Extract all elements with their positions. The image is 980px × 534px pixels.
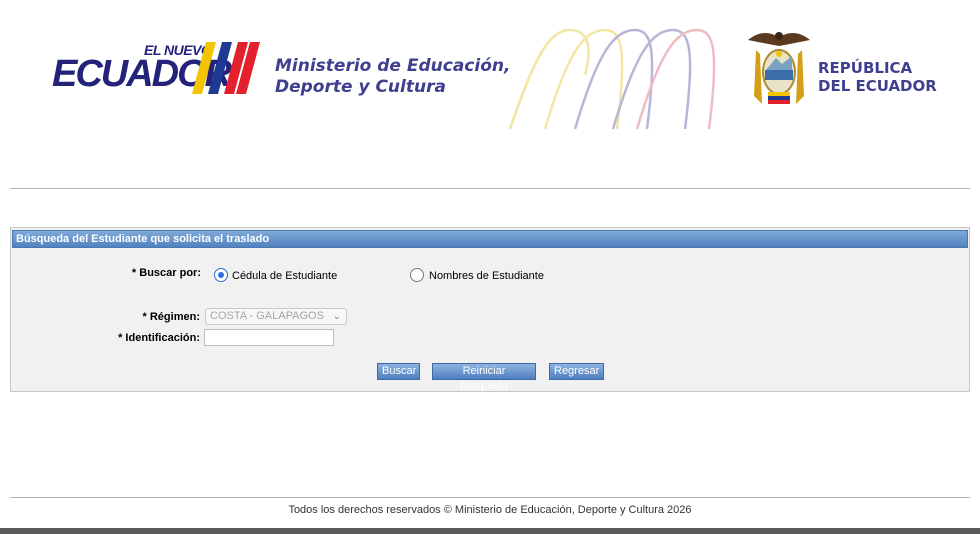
search-panel: Búsqueda del Estudiante que solicita el … bbox=[10, 227, 970, 392]
regimen-select-value: COSTA - GALAPAGOS bbox=[210, 310, 324, 322]
ministry-line-2: Deporte y Cultura bbox=[275, 77, 446, 97]
decorative-arcs bbox=[508, 28, 716, 130]
header-divider bbox=[10, 188, 970, 189]
reiniciar-busqueda-button[interactable]: Reiniciar búsqueda bbox=[432, 363, 536, 392]
radio-nombres-label[interactable]: Nombres de Estudiante bbox=[429, 270, 544, 282]
flag-stripes-icon bbox=[192, 42, 260, 94]
republica-line-2: DEL ECUADOR bbox=[818, 77, 937, 95]
radio-cedula-label[interactable]: Cédula de Estudiante bbox=[232, 270, 337, 282]
regimen-select[interactable]: COSTA - GALAPAGOS ⌄ bbox=[205, 308, 347, 325]
buscar-por-label: * Buscar por: bbox=[131, 267, 201, 279]
ministry-line-1: Ministerio de Educación, bbox=[275, 56, 511, 76]
bottom-bar bbox=[0, 528, 980, 534]
el-nuevo-ecuador-logo: EL NUEVO ECUADOR bbox=[52, 40, 264, 98]
regresar-button[interactable]: Regresar bbox=[549, 363, 604, 380]
footer-copyright: Todos los derechos reservados © Minister… bbox=[288, 504, 692, 516]
radio-cedula[interactable] bbox=[214, 268, 228, 282]
chevron-down-icon: ⌄ bbox=[332, 311, 341, 322]
regimen-label: * Régimen: bbox=[142, 311, 200, 323]
coat-of-arms-icon bbox=[748, 32, 810, 104]
panel-title: Búsqueda del Estudiante que solicita el … bbox=[12, 230, 968, 248]
identificacion-input[interactable] bbox=[204, 329, 334, 346]
page-header: EL NUEVO ECUADOR Ministerio de Educación… bbox=[0, 0, 980, 150]
republica-line-1: REPÚBLICA bbox=[818, 59, 913, 77]
buscar-button[interactable]: Buscar bbox=[377, 363, 420, 380]
radio-nombres[interactable] bbox=[410, 268, 424, 282]
identificacion-label: * Identificación: bbox=[118, 332, 200, 344]
ministry-name: Ministerio de Educación, Deporte y Cultu… bbox=[275, 56, 510, 98]
republica-del-ecuador: REPÚBLICA DEL ECUADOR bbox=[818, 59, 937, 95]
footer-divider bbox=[10, 497, 970, 498]
